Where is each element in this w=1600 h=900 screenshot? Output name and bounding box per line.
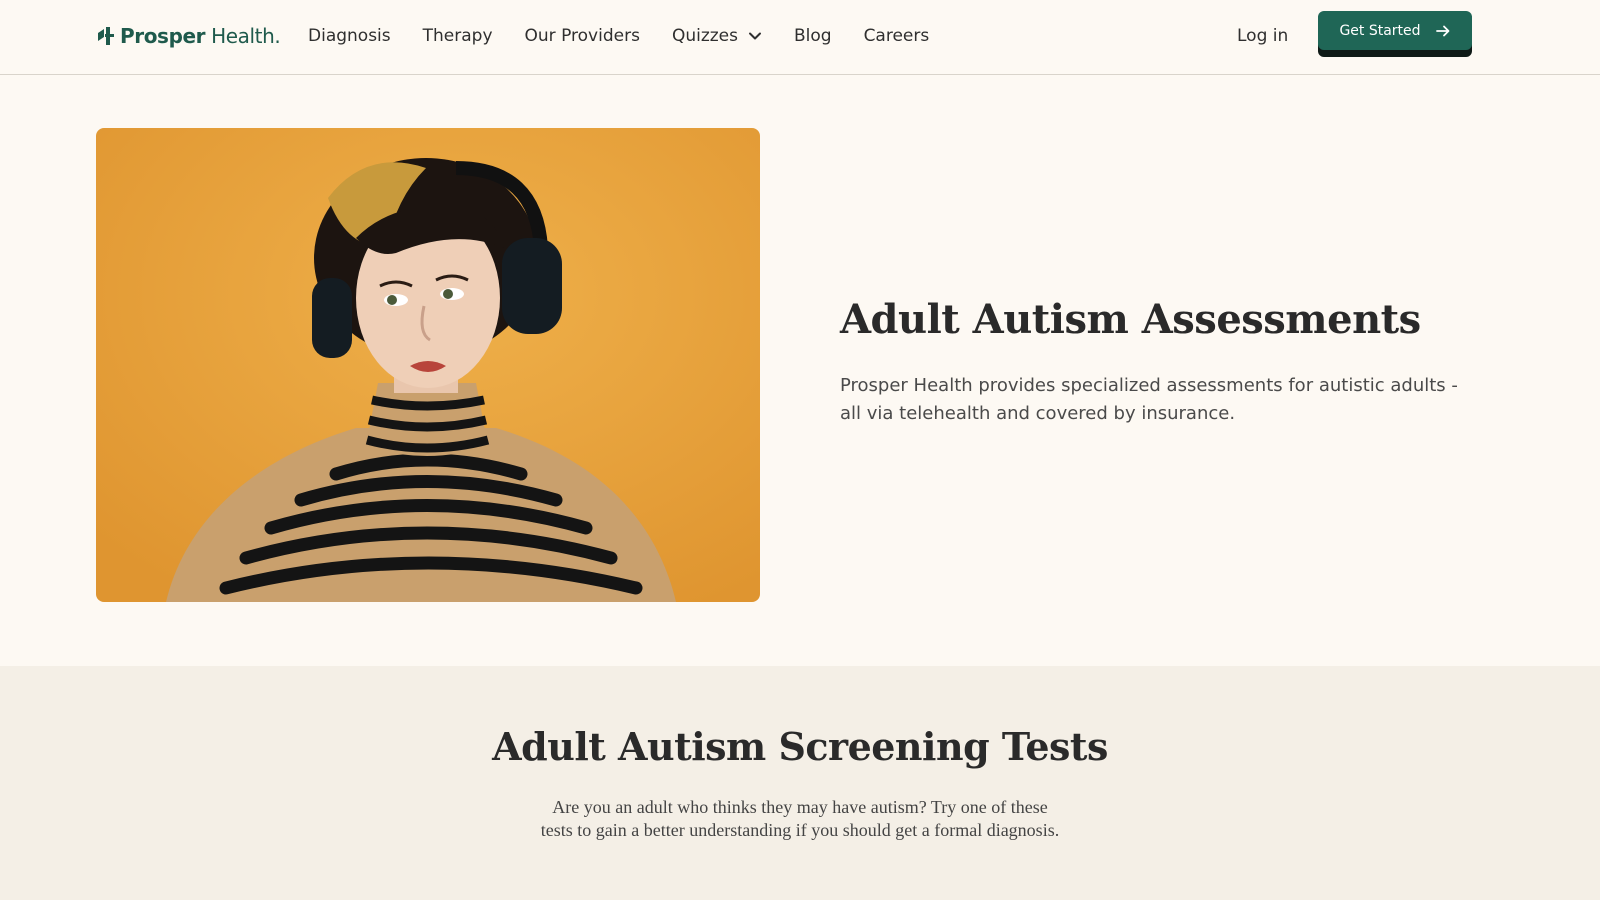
nav-quizzes[interactable]: Quizzes <box>672 24 762 48</box>
nav-careers[interactable]: Careers <box>864 24 930 48</box>
hero-description: Prosper Health provides specialized asse… <box>840 375 1458 424</box>
logo-wordmark: Prosper Health. <box>120 24 281 48</box>
nav-therapy[interactable]: Therapy <box>423 24 493 48</box>
hero-title: Adult Autism Assessments <box>840 296 1421 343</box>
screening-title: Adult Autism Screening Tests <box>492 724 1108 769</box>
nav-blog[interactable]: Blog <box>794 24 832 48</box>
screening-tests-section: Adult Autism Screening Tests Are you an … <box>0 666 1600 900</box>
chevron-down-icon <box>748 32 761 40</box>
main-nav: Diagnosis Therapy Our Providers Quizzes … <box>308 24 961 48</box>
site-header: Prosper Health. Diagnosis Therapy Our Pr… <box>0 0 1600 75</box>
nav-quizzes-label: Quizzes <box>671 26 738 46</box>
hero-photo <box>96 128 760 602</box>
get-started-wrapper: Get Started <box>1318 11 1472 57</box>
arrow-right-icon <box>1435 25 1449 36</box>
nav-our-providers[interactable]: Our Providers <box>525 24 640 48</box>
logo-mark-icon <box>98 27 114 45</box>
login-link[interactable]: Log in <box>1237 24 1288 48</box>
person-with-headphones-illustration <box>96 128 760 602</box>
screening-description: Are you an adult who thinks they may hav… <box>540 797 1060 840</box>
prosper-health-logo[interactable]: Prosper Health. <box>96 22 281 50</box>
get-started-button[interactable]: Get Started <box>1318 11 1472 50</box>
nav-diagnosis[interactable]: Diagnosis <box>308 24 391 48</box>
get-started-label: Get Started <box>1339 22 1421 39</box>
